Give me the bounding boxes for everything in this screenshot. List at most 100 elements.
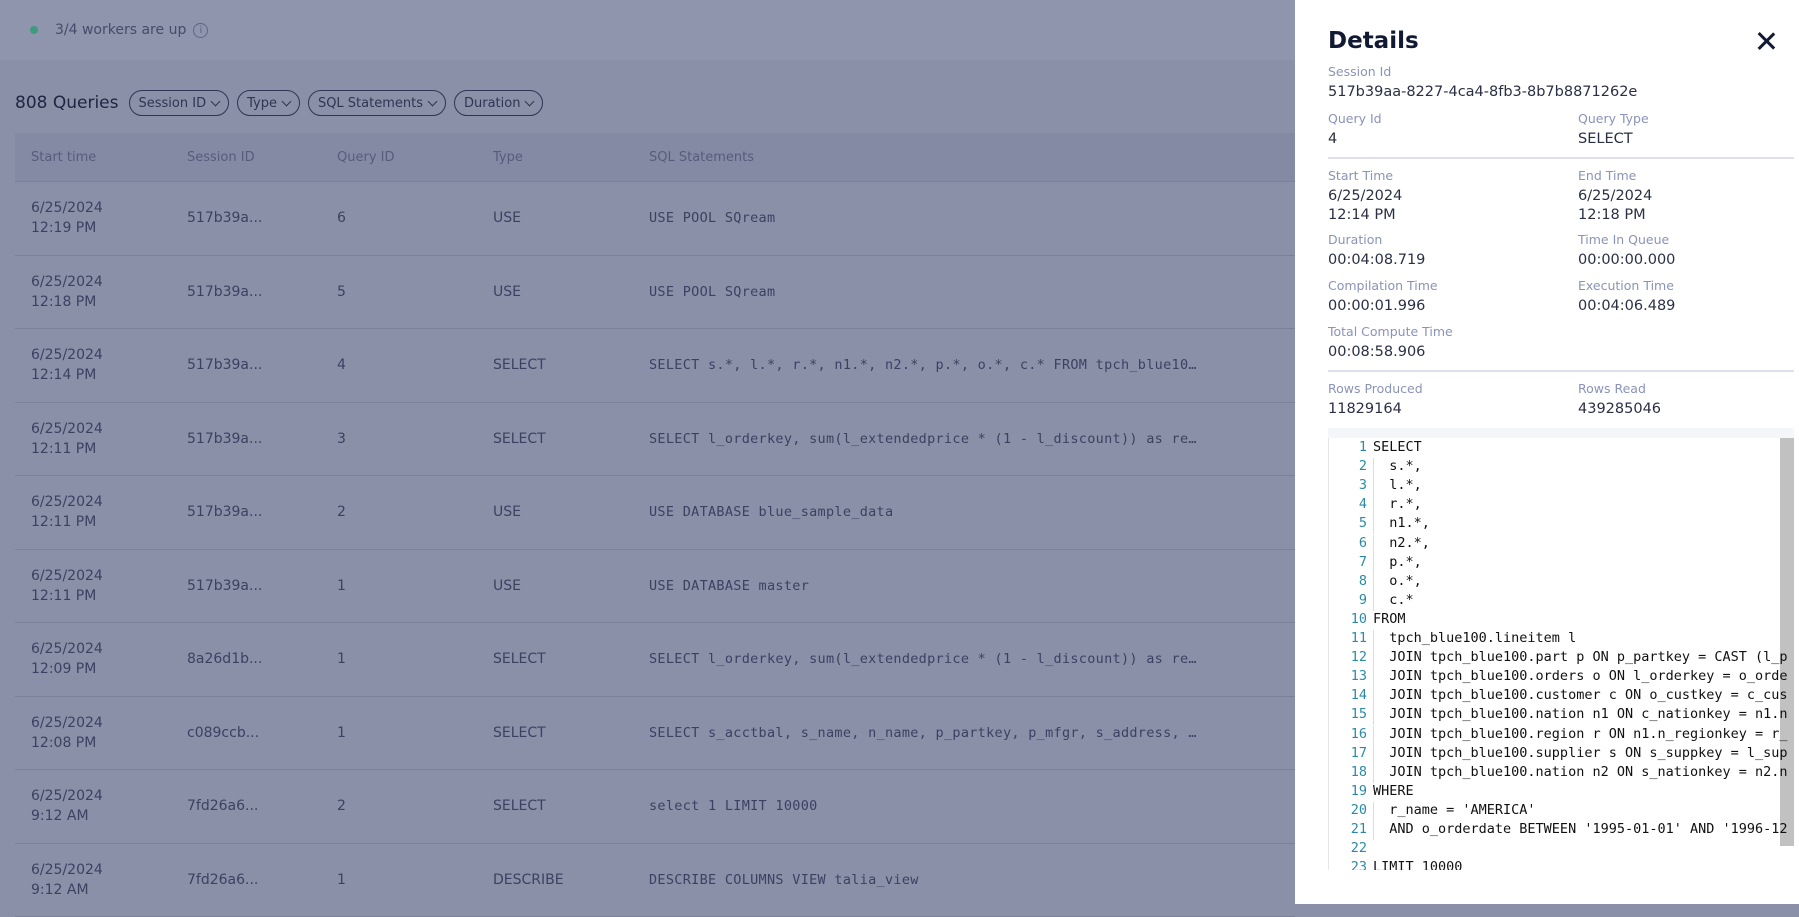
start-date: 6/25/2024 <box>31 566 103 586</box>
chevron-down-icon <box>211 96 221 106</box>
table-row[interactable]: 6/25/202412:11 PM 517b39a... 3 SELECT SE… <box>15 403 1295 477</box>
filter-sql-statements[interactable]: SQL Statements <box>308 90 446 116</box>
query-id-label: Query Id <box>1328 111 1382 126</box>
table-row[interactable]: 6/25/20249:12 AM 7fd26a6... 2 SELECT sel… <box>15 770 1295 844</box>
time-in-queue-label: Time In Queue <box>1578 232 1675 247</box>
info-icon[interactable]: i <box>193 23 208 38</box>
end-time-value: 12:18 PM <box>1578 206 1652 225</box>
execution-time-label: Execution Time <box>1578 278 1675 293</box>
start-time: 12:14 PM <box>31 365 103 385</box>
table-row[interactable]: 6/25/202412:14 PM 517b39a... 4 SELECT SE… <box>15 329 1295 403</box>
session-id: 517b39a... <box>187 578 262 594</box>
code-line: p.*, <box>1373 554 1422 570</box>
chevron-down-icon <box>525 96 535 106</box>
line-number: 4 <box>1329 496 1367 512</box>
start-date: 6/25/2024 <box>31 860 103 880</box>
indent-guide <box>1373 458 1374 477</box>
editor-scrollbar[interactable] <box>1780 438 1794 846</box>
line-number: 18 <box>1329 764 1367 780</box>
table-row[interactable]: 6/25/202412:19 PM 517b39a... 6 USE USE P… <box>15 182 1295 256</box>
sql-statement: SELECT l_orderkey, sum(l_extendedprice *… <box>649 651 1197 667</box>
code-line: JOIN tpch_blue100.nation n2 ON s_nationk… <box>1373 764 1788 780</box>
indent-guide <box>1373 515 1374 534</box>
indent-guide <box>1373 802 1374 821</box>
table-row[interactable]: 6/25/202412:18 PM 517b39a... 5 USE USE P… <box>15 256 1295 330</box>
indent-guide <box>1373 496 1374 515</box>
code-line: FROM <box>1373 611 1406 627</box>
session-id: 517b39a... <box>187 431 262 447</box>
line-number: 17 <box>1329 745 1367 761</box>
session-id: 8a26d1b... <box>187 651 262 667</box>
code-line: JOIN tpch_blue100.customer c ON o_custke… <box>1373 687 1788 703</box>
line-number: 1 <box>1329 439 1367 455</box>
queries-count: 808 Queries <box>15 93 119 113</box>
line-number: 13 <box>1329 668 1367 684</box>
column-header-query-id[interactable]: Query ID <box>337 150 394 165</box>
indent-guide <box>1373 477 1374 496</box>
code-line: o.*, <box>1373 573 1422 589</box>
code-line: WHERE <box>1373 783 1414 799</box>
sql-code-editor[interactable]: 1SELECT2 s.*,3 l.*,4 r.*,5 n1.*,6 n2.*,7… <box>1328 428 1794 870</box>
column-header-sql[interactable]: SQL Statements <box>649 150 754 165</box>
line-number: 8 <box>1329 573 1367 589</box>
session-id: c089ccb... <box>187 725 259 741</box>
compilation-time-value: 00:00:01.996 <box>1328 297 1438 316</box>
query-id: 4 <box>337 357 346 373</box>
query-id: 5 <box>337 284 346 300</box>
column-header-start-time[interactable]: Start time <box>31 150 96 165</box>
duration-label: Duration <box>1328 232 1425 247</box>
filter-label: SQL Statements <box>318 96 423 111</box>
queries-table: Start time Session ID Query ID Type SQL … <box>15 133 1295 917</box>
table-row[interactable]: 6/25/202412:08 PM c089ccb... 1 SELECT SE… <box>15 697 1295 771</box>
chevron-down-icon <box>428 96 438 106</box>
line-number: 11 <box>1329 630 1367 646</box>
sql-statement: select 1 LIMIT 10000 <box>649 798 818 814</box>
filter-type[interactable]: Type <box>237 90 300 116</box>
start-time: 12:11 PM <box>31 586 103 606</box>
code-line: LIMIT 10000 <box>1373 859 1462 870</box>
code-line: AND o_orderdate BETWEEN '1995-01-01' AND… <box>1373 821 1788 837</box>
query-id: 3 <box>337 431 346 447</box>
column-header-session-id[interactable]: Session ID <box>187 150 255 165</box>
query-id: 6 <box>337 210 346 226</box>
line-number: 20 <box>1329 802 1367 818</box>
filter-label: Type <box>247 96 277 111</box>
table-row[interactable]: 6/25/202412:09 PM 8a26d1b... 1 SELECT SE… <box>15 623 1295 697</box>
sql-statement: SELECT s_acctbal, s_name, n_name, p_part… <box>649 725 1197 741</box>
sql-statement: USE DATABASE master <box>649 578 809 594</box>
indent-guide <box>1373 573 1374 592</box>
column-header-type[interactable]: Type <box>493 150 523 165</box>
close-icon[interactable] <box>1755 30 1777 52</box>
line-number: 6 <box>1329 535 1367 551</box>
indent-guide <box>1373 649 1374 668</box>
end-time-label: End Time <box>1578 168 1652 183</box>
divider <box>1328 370 1794 372</box>
divider <box>1328 157 1794 159</box>
query-type: SELECT <box>493 651 546 667</box>
start-date-value: 6/25/2024 <box>1328 187 1402 206</box>
line-number: 10 <box>1329 611 1367 627</box>
table-row[interactable]: 6/25/202412:11 PM 517b39a... 1 USE USE D… <box>15 550 1295 624</box>
query-id: 1 <box>337 872 346 888</box>
start-time: 12:09 PM <box>31 659 103 679</box>
indent-guide <box>1373 821 1374 840</box>
indent-guide <box>1373 535 1374 554</box>
line-number: 7 <box>1329 554 1367 570</box>
query-id: 1 <box>337 725 346 741</box>
query-type: USE <box>493 210 521 226</box>
code-line: l.*, <box>1373 477 1422 493</box>
start-date: 6/25/2024 <box>31 639 103 659</box>
line-number: 5 <box>1329 515 1367 531</box>
query-type: SELECT <box>493 798 546 814</box>
filter-duration[interactable]: Duration <box>454 90 543 116</box>
query-id: 1 <box>337 651 346 667</box>
table-row[interactable]: 6/25/202412:11 PM 517b39a... 2 USE USE D… <box>15 476 1295 550</box>
filter-session-id[interactable]: Session ID <box>129 90 230 116</box>
workers-status-text: 3/4 workers are up <box>55 22 186 38</box>
start-time: 12:11 PM <box>31 512 103 532</box>
filter-label: Duration <box>464 96 520 111</box>
table-row[interactable]: 6/25/20249:12 AM 7fd26a6... 1 DESCRIBE D… <box>15 844 1295 917</box>
sql-statement: USE DATABASE blue_sample_data <box>649 504 893 520</box>
total-compute-time-label: Total Compute Time <box>1328 324 1453 339</box>
query-type: DESCRIBE <box>493 872 564 888</box>
